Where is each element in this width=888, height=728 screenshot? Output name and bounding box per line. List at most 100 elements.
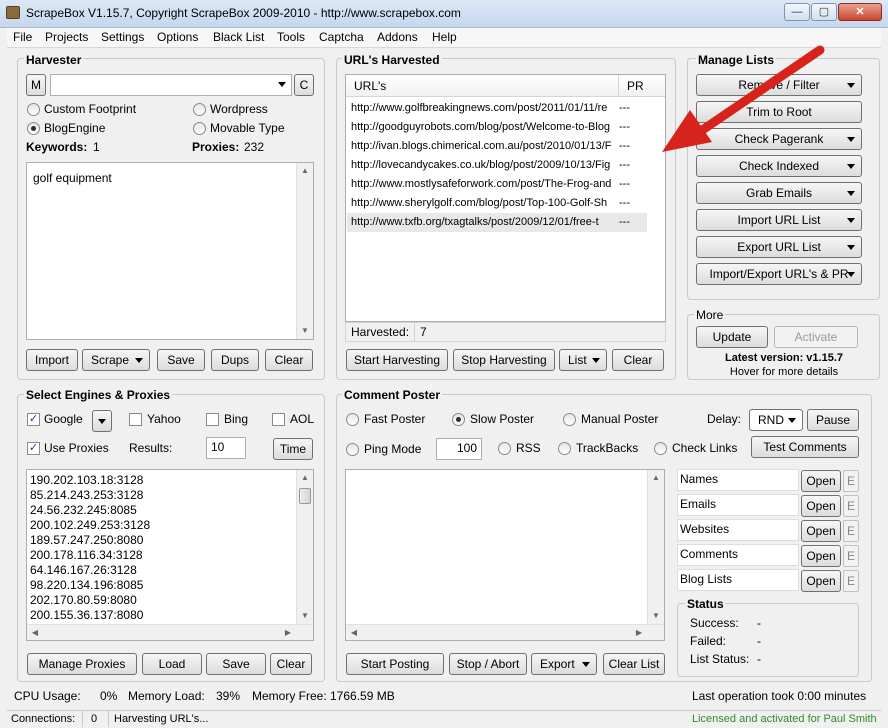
scrape-button[interactable]: Scrape xyxy=(82,349,150,371)
delay-select[interactable]: RND xyxy=(749,409,803,431)
cpu-usage-label: CPU Usage: xyxy=(14,689,81,703)
scroll-thumb[interactable] xyxy=(299,488,311,504)
trackbacks-radio[interactable] xyxy=(558,442,571,455)
footprint-select[interactable] xyxy=(50,74,292,96)
chevron-down-icon xyxy=(847,245,855,250)
edit-blog-lists-button[interactable]: E xyxy=(843,570,859,592)
import-button[interactable]: Import xyxy=(26,349,78,371)
close-button[interactable]: ✕ xyxy=(838,3,882,21)
poster-log[interactable]: ▲ ▼ ◀ ▶ xyxy=(345,469,665,641)
chevron-down-icon xyxy=(788,418,796,423)
stop-abort-button[interactable]: Stop / Abort xyxy=(449,653,527,675)
chevron-down-icon xyxy=(278,82,286,87)
edit-names-button[interactable]: E xyxy=(843,470,859,492)
ping-mode-radio[interactable] xyxy=(346,443,359,456)
col-pr-header[interactable]: PR xyxy=(627,79,644,93)
grab-emails-button[interactable]: Grab Emails xyxy=(696,182,862,204)
export-url-list-button[interactable]: Export URL List xyxy=(696,236,862,258)
url-row[interactable]: http://www.sherylgolf.com/blog/post/Top-… xyxy=(347,194,647,213)
start-posting-button[interactable]: Start Posting xyxy=(346,653,444,675)
time-button[interactable]: Time xyxy=(273,438,313,460)
export-button[interactable]: Export xyxy=(531,653,597,675)
menu-addons[interactable]: Addons xyxy=(377,30,418,44)
open-comments-button[interactable]: Open xyxy=(801,545,841,567)
stop-harvesting-button[interactable]: Stop Harvesting xyxy=(453,349,555,371)
menu-projects[interactable]: Projects xyxy=(45,30,88,44)
proxy-list[interactable]: 190.202.103.18:3128 85.214.243.253:3128 … xyxy=(26,469,314,641)
google-checkbox[interactable]: ✓ xyxy=(27,413,40,426)
slow-poster-radio[interactable] xyxy=(452,413,465,426)
fast-poster-radio[interactable] xyxy=(346,413,359,426)
google-options-button[interactable] xyxy=(92,410,112,432)
use-proxies-checkbox[interactable]: ✓ xyxy=(27,442,40,455)
aol-checkbox[interactable] xyxy=(272,413,285,426)
test-comments-button[interactable]: Test Comments xyxy=(751,436,859,458)
pr-cell: --- xyxy=(619,102,630,114)
import-export-pr-button[interactable]: Import/Export URL's & PR xyxy=(696,263,862,285)
m-button[interactable]: M xyxy=(26,74,46,96)
open-blog-lists-button[interactable]: Open xyxy=(801,570,841,592)
custom-footprint-radio[interactable] xyxy=(27,103,40,116)
keywords-scrollbar[interactable]: ▲ ▼ xyxy=(296,163,313,339)
pause-button[interactable]: Pause xyxy=(807,409,859,431)
clear-list-button[interactable]: Clear List xyxy=(603,653,665,675)
load-proxies-button[interactable]: Load xyxy=(142,653,202,675)
rss-radio[interactable] xyxy=(498,442,511,455)
url-row[interactable]: http://lovecandycakes.co.uk/blog/post/20… xyxy=(347,156,647,175)
url-row[interactable]: http://goodguyrobots.com/blog/post/Welco… xyxy=(347,118,647,137)
keywords-textarea[interactable]: golf equipment ▲ ▼ xyxy=(26,162,314,340)
memory-free-value: 1766.59 MB xyxy=(330,689,395,703)
proxy-item: 190.202.103.18:3128 xyxy=(30,473,144,487)
open-names-button[interactable]: Open xyxy=(801,470,841,492)
list-button[interactable]: List xyxy=(559,349,607,371)
ping-input[interactable]: 100 xyxy=(436,438,482,460)
export-url-list-label: Export URL List xyxy=(737,240,821,254)
menu-file[interactable]: File xyxy=(13,30,32,44)
menu-tools[interactable]: Tools xyxy=(277,30,305,44)
yahoo-checkbox[interactable] xyxy=(129,413,142,426)
import-url-list-button[interactable]: Import URL List xyxy=(696,209,862,231)
edit-websites-button[interactable]: E xyxy=(843,520,859,542)
blogengine-radio[interactable] xyxy=(27,122,40,135)
edit-comments-button[interactable]: E xyxy=(843,545,859,567)
edit-emails-button[interactable]: E xyxy=(843,495,859,517)
movable-type-radio[interactable] xyxy=(193,122,206,135)
menu-help[interactable]: Help xyxy=(432,30,457,44)
dups-button[interactable]: Dups xyxy=(211,349,259,371)
menu-options[interactable]: Options xyxy=(157,30,198,44)
open-websites-button[interactable]: Open xyxy=(801,520,841,542)
col-url-header[interactable]: URL's xyxy=(354,79,386,93)
url-cell: http://www.sherylgolf.com/blog/post/Top-… xyxy=(351,197,608,209)
wordpress-radio[interactable] xyxy=(193,103,206,116)
save-keywords-button[interactable]: Save xyxy=(157,349,205,371)
menu-black-list[interactable]: Black List xyxy=(213,30,264,44)
poster-scrollbar[interactable]: ▲ ▼ xyxy=(647,470,664,624)
emails-field: Emails xyxy=(677,494,799,516)
save-proxies-button[interactable]: Save xyxy=(206,653,266,675)
update-button[interactable]: Update xyxy=(696,326,768,348)
results-input[interactable]: 10 xyxy=(206,437,246,459)
activate-button[interactable]: Activate xyxy=(774,326,858,348)
bing-checkbox[interactable] xyxy=(206,413,219,426)
clear-keywords-button[interactable]: Clear xyxy=(265,349,313,371)
clear-proxies-button[interactable]: Clear xyxy=(270,653,312,675)
url-row-selected[interactable]: http://www.txfb.org/txagtalks/post/2009/… xyxy=(347,213,647,232)
c-button[interactable]: C xyxy=(294,74,314,96)
minimize-button[interactable]: — xyxy=(784,3,810,21)
proxy-hscrollbar[interactable]: ◀ ▶ xyxy=(27,624,313,640)
open-emails-button[interactable]: Open xyxy=(801,495,841,517)
url-row[interactable]: http://www.golfbreakingnews.com/post/201… xyxy=(347,99,647,118)
urls-list[interactable]: URL's PR http://www.golfbreakingnews.com… xyxy=(345,74,666,322)
check-links-radio[interactable] xyxy=(654,442,667,455)
maximize-button[interactable]: ▢ xyxy=(811,3,837,21)
poster-hscrollbar[interactable]: ◀ ▶ xyxy=(346,624,664,640)
menu-captcha[interactable]: Captcha xyxy=(319,30,364,44)
clear-urls-button[interactable]: Clear xyxy=(612,349,664,371)
manage-proxies-button[interactable]: Manage Proxies xyxy=(27,653,137,675)
manual-poster-radio[interactable] xyxy=(563,413,576,426)
menu-settings[interactable]: Settings xyxy=(101,30,144,44)
proxy-scrollbar[interactable]: ▲ ▼ xyxy=(296,470,313,624)
start-harvesting-button[interactable]: Start Harvesting xyxy=(346,349,448,371)
url-row[interactable]: http://www.mostlysafeforwork.com/post/Th… xyxy=(347,175,647,194)
url-row[interactable]: http://ivan.blogs.chimerical.com.au/post… xyxy=(347,137,647,156)
